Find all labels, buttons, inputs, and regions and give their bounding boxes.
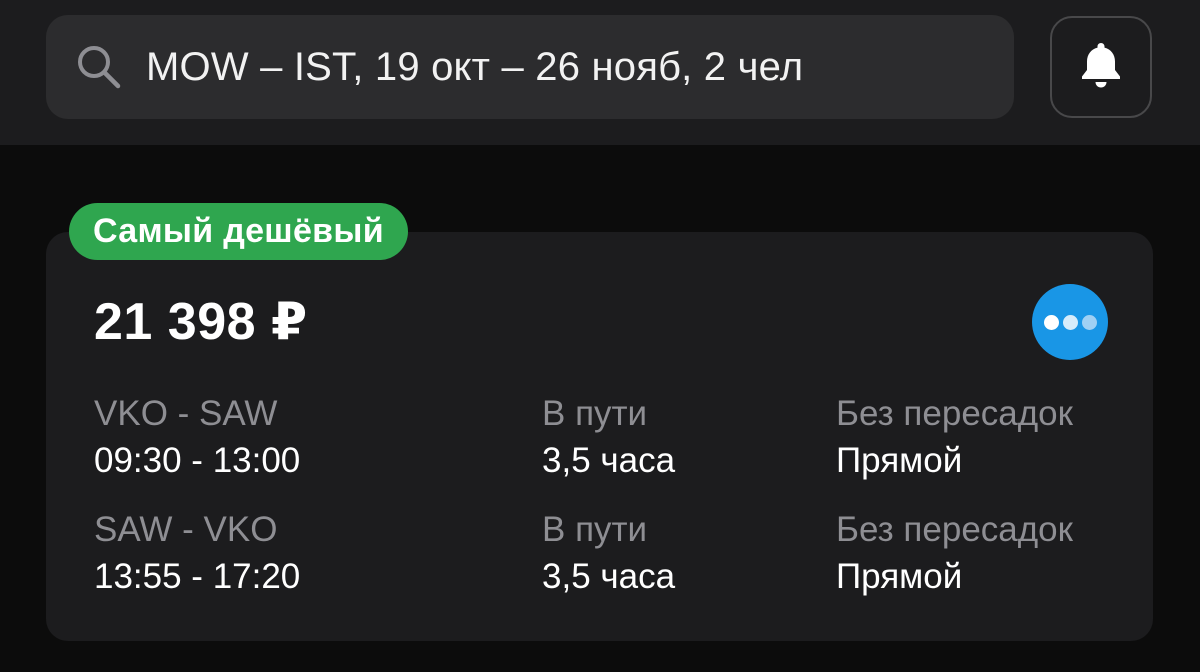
segment-stops: Прямой [836,441,963,480]
airline-logo-icon [1032,284,1108,360]
segment-duration-label: В пути [542,510,648,549]
segment-route: VKO - SAW [94,394,278,433]
segment-duration-label: В пути [542,394,648,433]
segment-route: SAW - VKO [94,510,278,549]
cheapest-badge: Самый дешёвый [69,203,408,260]
search-icon [74,42,124,92]
segment-times: 09:30 - 13:00 [94,441,301,480]
segment-stops: Прямой [836,557,963,596]
ticket-price: 21 398 ₽ [94,293,308,351]
search-query[interactable]: MOW – IST, 19 окт – 26 нояб, 2 чел [146,45,803,90]
segment-duration: 3,5 часа [542,441,676,480]
segment-stops-label: Без пересадок [836,510,1073,549]
bell-icon [1075,39,1127,96]
search-bar[interactable]: MOW – IST, 19 окт – 26 нояб, 2 чел [46,15,1014,119]
segment-duration: 3,5 часа [542,557,676,596]
notifications-button[interactable] [1050,16,1152,118]
segment-times: 13:55 - 17:20 [94,557,301,596]
segment-stops-label: Без пересадок [836,394,1073,433]
